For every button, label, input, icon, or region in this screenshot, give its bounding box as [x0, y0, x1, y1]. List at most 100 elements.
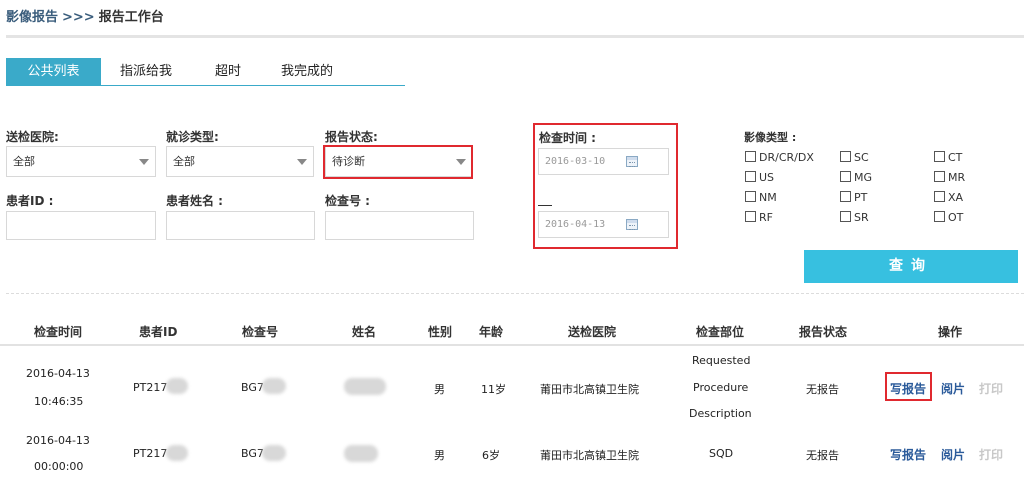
modality-checkbox-sr[interactable]: SR [840, 211, 869, 224]
column-header[interactable]: 患者ID [139, 323, 177, 340]
visit-type-select-value: 全部 [173, 155, 195, 168]
modality-option-label: RF [759, 211, 773, 224]
patient-id: PT217 [133, 381, 168, 394]
modality-option-label: SC [854, 151, 869, 164]
redacted-patient-name [344, 445, 378, 462]
column-header[interactable]: 送检医院 [568, 323, 616, 340]
column-header[interactable]: 检查号 [242, 323, 278, 340]
breadcrumb-root[interactable]: 影像报告 [6, 10, 58, 25]
breadcrumb: 影像报告 >>> 报告工作台 [6, 6, 164, 25]
exam-time-label: 检查时间 : [539, 131, 596, 145]
redacted-exam-number [262, 378, 286, 394]
tab-public-list[interactable]: 公共列表 [6, 58, 101, 86]
exam-time-end-value: 2016-04-13 [545, 219, 606, 230]
checkbox-icon[interactable] [840, 171, 851, 182]
view-images-link[interactable]: 阅片 [941, 380, 965, 397]
query-button[interactable]: 查询 [804, 250, 1018, 283]
column-header[interactable]: 性别 [428, 323, 452, 340]
report-status-label: 报告状态: [325, 130, 378, 144]
exam-number: BG7 [241, 447, 264, 460]
hospital-label: 送检医院: [6, 130, 59, 144]
report-status-highlight [323, 145, 473, 179]
checkbox-icon[interactable] [745, 211, 756, 222]
modality-checkbox-ct[interactable]: CT [934, 151, 962, 164]
exam-no-input[interactable] [325, 211, 474, 240]
modality-checkbox-dr-cr-dx[interactable]: DR/CR/DX [745, 151, 814, 164]
exam-date: 2016-04-13 [26, 434, 90, 447]
checkbox-icon[interactable] [934, 191, 945, 202]
checkbox-icon[interactable] [840, 211, 851, 222]
patient-name-input[interactable] [166, 211, 315, 240]
redacted-patient-id [166, 445, 188, 461]
modality-option-label: CT [948, 151, 963, 164]
checkbox-icon[interactable] [745, 171, 756, 182]
write-report-link[interactable]: 写报告 [890, 446, 926, 463]
modality-checkbox-xa[interactable]: XA [934, 191, 963, 204]
column-header[interactable]: 检查时间 [34, 323, 82, 340]
section-divider [6, 293, 1024, 294]
column-header[interactable]: 检查部位 [696, 323, 744, 340]
modality-option-label: US [759, 171, 775, 184]
checkbox-icon[interactable] [934, 151, 945, 162]
print-link: 打印 [979, 382, 1004, 396]
column-header: 操作 [938, 325, 963, 339]
exam-time-start-input[interactable]: 2016-03-10 [538, 148, 669, 175]
column-header[interactable]: 姓名 [352, 323, 376, 340]
modality-checkbox-rf[interactable]: RF [745, 211, 773, 224]
date-range-dash [538, 205, 552, 206]
tab-assigned-to-me[interactable]: 指派给我 [120, 58, 172, 86]
modality-option-label: XA [948, 191, 964, 204]
age: 6岁 [482, 449, 500, 462]
age: 11岁 [481, 383, 506, 396]
redacted-patient-name [344, 378, 386, 395]
modality-option-label: DR/CR/DX [759, 151, 814, 164]
tab-overtime[interactable]: 超时 [215, 58, 241, 86]
print-link: 打印 [979, 448, 1004, 462]
modality-checkbox-ot[interactable]: OT [934, 211, 963, 224]
hospital-select-value: 全部 [13, 155, 35, 168]
modality-checkbox-us[interactable]: US [745, 171, 774, 184]
exam-time-end-input[interactable]: 2016-04-13 [538, 211, 669, 238]
modality-option-label: PT [854, 191, 868, 204]
modality-checkbox-sc[interactable]: SC [840, 151, 869, 164]
checkbox-icon[interactable] [934, 171, 945, 182]
gender: 男 [434, 449, 445, 462]
calendar-icon[interactable] [626, 156, 638, 167]
exam-date: 2016-04-13 [26, 367, 90, 380]
checkbox-icon[interactable] [934, 211, 945, 222]
exam-time-start-value: 2016-03-10 [545, 156, 606, 167]
hospital-select[interactable]: 全部 [6, 146, 156, 177]
checkbox-icon[interactable] [745, 151, 756, 162]
column-header[interactable]: 年龄 [479, 323, 503, 340]
header-divider [6, 35, 1024, 38]
patient-name-label: 患者姓名 : [166, 194, 223, 208]
exam-no-label: 检查号 : [325, 194, 370, 208]
view-images-link[interactable]: 阅片 [941, 446, 965, 463]
checkbox-icon[interactable] [840, 151, 851, 162]
visit-type-select[interactable]: 全部 [166, 146, 314, 177]
patient-id-input[interactable] [6, 211, 156, 240]
body-part-line: Requested [692, 354, 751, 367]
calendar-icon[interactable] [626, 219, 638, 230]
body-part-line: Description [689, 407, 752, 420]
checkbox-icon[interactable] [745, 191, 756, 202]
modality-checkbox-mg[interactable]: MG [840, 171, 872, 184]
modality-option-label: NM [759, 191, 777, 204]
tab-completed[interactable]: 我完成的 [281, 58, 333, 86]
checkbox-icon[interactable] [840, 191, 851, 202]
modality-option-label: SR [854, 211, 869, 224]
modality-option-label: OT [948, 211, 964, 224]
exam-number: BG7 [241, 381, 264, 394]
exam-time: 00:00:00 [34, 460, 84, 473]
breadcrumb-separator: >>> [62, 10, 95, 25]
breadcrumb-current: 报告工作台 [98, 10, 164, 25]
modality-checkbox-pt[interactable]: PT [840, 191, 867, 204]
chevron-down-icon [297, 159, 307, 165]
report-status: 无报告 [806, 383, 839, 396]
modality-checkbox-mr[interactable]: MR [934, 171, 965, 184]
column-header[interactable]: 报告状态 [799, 323, 847, 340]
table-header: 检查时间 患者ID 检查号 姓名 性别 年龄 送检医院 检查部位 报告状态 操作 [0, 314, 1024, 346]
modality-checkbox-nm[interactable]: NM [745, 191, 777, 204]
patient-id-label: 患者ID : [6, 194, 54, 208]
report-status: 无报告 [806, 449, 839, 462]
